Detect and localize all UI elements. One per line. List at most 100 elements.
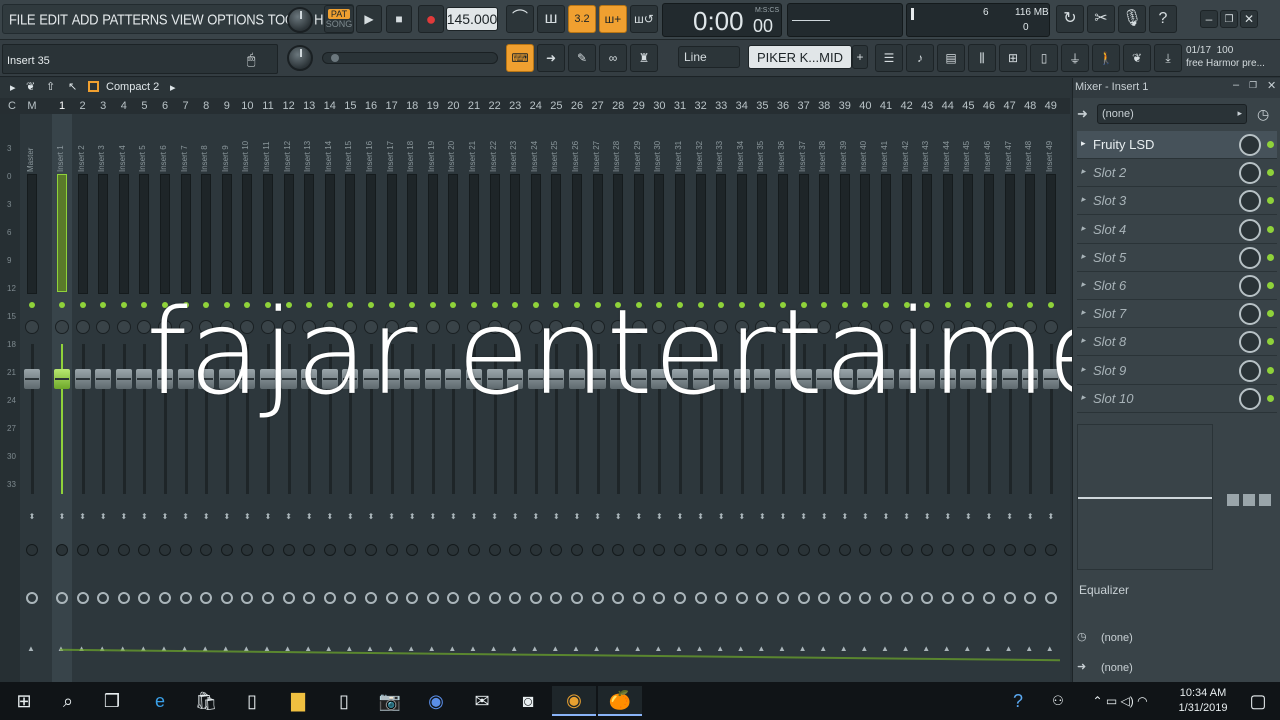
send-switch[interactable] [26,592,38,604]
send-switch[interactable] [426,592,439,604]
stereo-arrows-icon[interactable]: ⬍ [366,512,376,522]
send-switch[interactable] [529,592,542,604]
route-arrow-icon[interactable]: ▲ [799,644,807,653]
snap-selector[interactable]: Line [678,46,740,68]
volume-fader[interactable] [24,369,40,389]
send-switch[interactable] [406,592,419,604]
send-switch[interactable] [282,592,295,604]
slot-enable-led[interactable] [1267,253,1274,261]
stereo-separation-knob[interactable] [694,544,707,556]
send-switch[interactable] [97,592,110,604]
stereo-separation-knob[interactable] [756,544,769,556]
pan-knob[interactable] [96,320,111,334]
file-button[interactable]: ▯ [230,686,274,716]
slot-enable-led[interactable] [1267,366,1274,374]
upload-icon[interactable]: ⇧ [46,80,55,93]
camera-button[interactable]: 📷 [368,686,412,716]
stereo-separation-knob[interactable] [179,544,192,556]
insert-strip[interactable]: Insert 3 ⬍ ▲ [93,114,113,682]
loop-record-button[interactable]: ш↺ [630,5,658,33]
stereo-separation-knob[interactable] [488,544,501,556]
touch-button[interactable]: 🚶 [1092,44,1120,72]
menu-add[interactable]: ADD [70,10,101,27]
route-arrow-icon[interactable]: ▲ [696,644,704,653]
stereo-arrows-icon[interactable]: ⬍ [716,512,726,522]
explorer-button[interactable]: ▇ [276,686,320,716]
clock[interactable]: 10:34 AM 1/31/2019 [1168,686,1238,716]
slot-mix-knob[interactable] [1239,359,1261,382]
plugin-button[interactable]: ⏚ [1061,44,1089,72]
send-switch[interactable] [200,592,213,604]
send-switch[interactable] [694,592,707,604]
countdown-button[interactable]: 3.2 [568,5,596,33]
stereo-arrows-icon[interactable]: ⬍ [510,512,520,522]
stereo-arrows-icon[interactable]: ⬍ [593,512,603,522]
send-switch[interactable] [550,592,563,604]
stereo-separation-knob[interactable] [983,544,995,556]
volume-fader[interactable] [115,369,132,389]
slot-mix-knob[interactable] [1239,190,1261,213]
send-switch[interactable] [674,592,686,604]
tools-button[interactable]: ✂ [1087,5,1115,33]
minimize-icon[interactable]: – [1233,79,1239,91]
stereo-arrows-icon[interactable]: ⬍ [613,512,623,522]
stereo-separation-knob[interactable] [818,544,831,556]
stereo-separation-knob[interactable] [777,544,789,556]
stereo-separation-knob[interactable] [323,544,336,556]
browser-button[interactable]: ▯ [1030,44,1058,72]
route-arrow-icon[interactable]: ▲ [922,644,930,653]
send-switch[interactable] [900,592,913,604]
stereo-arrows-icon[interactable]: ⬍ [860,512,870,522]
stereo-arrows-icon[interactable]: ⬍ [181,512,191,522]
stereo-separation-knob[interactable] [468,544,480,556]
stereo-arrows-icon[interactable]: ⬍ [778,512,788,522]
stereo-separation-knob[interactable] [365,544,377,556]
slot-enable-led[interactable] [1267,394,1274,402]
route-arrow-icon[interactable]: ▲ [1005,644,1013,653]
stereo-arrows-icon[interactable]: ⬍ [675,512,685,522]
stereo-separation-knob[interactable] [426,544,439,556]
stereo-arrows-icon[interactable]: ⬍ [881,512,891,522]
stereo-arrows-icon[interactable]: ⬍ [1046,512,1056,522]
send-switch[interactable] [179,592,192,604]
start-button[interactable]: ⊞ [2,686,46,716]
stereo-arrows-icon[interactable]: ⬍ [737,512,747,522]
stereo-arrows-icon[interactable]: ⬍ [634,512,644,522]
effect-slot[interactable]: ▸ Slot 4 [1077,216,1277,244]
stereo-arrows-icon[interactable]: ⬍ [531,512,541,522]
stereo-separation-knob[interactable] [282,544,295,556]
effect-slot[interactable]: ▸ Slot 5 [1077,244,1277,272]
stereo-arrows-icon[interactable]: ⬍ [799,512,809,522]
stereo-separation-knob[interactable] [1044,544,1057,556]
route-arrow-icon[interactable]: ▲ [1046,644,1054,653]
stereo-separation-knob[interactable] [262,544,274,556]
send-switch[interactable] [571,592,583,604]
stereo-arrows-icon[interactable]: ⬍ [284,512,294,522]
stereo-arrows-icon[interactable]: ⬍ [469,512,479,522]
stereo-separation-knob[interactable] [97,544,110,556]
mail-button[interactable]: ✉ [460,686,504,716]
stereo-separation-knob[interactable] [303,544,316,556]
stereo-arrows-icon[interactable]: ⬍ [304,512,314,522]
send-switch[interactable] [818,592,831,604]
stereo-separation-knob[interactable] [117,544,130,556]
stereo-separation-knob[interactable] [509,544,522,556]
arrow-button[interactable]: ➜ [537,44,565,72]
stereo-arrows-icon[interactable]: ⬍ [407,512,417,522]
stereo-arrows-icon[interactable]: ⬍ [263,512,273,522]
send-switch[interactable] [488,592,501,604]
send-switch[interactable] [509,592,522,604]
stereo-separation-knob[interactable] [921,544,934,556]
stereo-separation-knob[interactable] [344,544,357,556]
chrome-alt-button[interactable]: ◉ [414,686,458,716]
route-arrow-icon[interactable]: ▲ [1025,644,1033,653]
route-arrow-icon[interactable]: ▲ [634,644,642,653]
stereo-separation-knob[interactable] [838,544,851,556]
slot-mix-knob[interactable] [1239,275,1261,297]
route-arrow-icon[interactable]: ▲ [551,644,559,653]
send-switch[interactable] [220,592,233,604]
insert-strip[interactable]: Insert 2 ⬍ ▲ [73,114,93,682]
stereo-separation-knob[interactable] [612,544,625,556]
stereo-arrows-icon[interactable]: ⬍ [1005,512,1015,522]
slot-enable-led[interactable] [1267,338,1274,346]
